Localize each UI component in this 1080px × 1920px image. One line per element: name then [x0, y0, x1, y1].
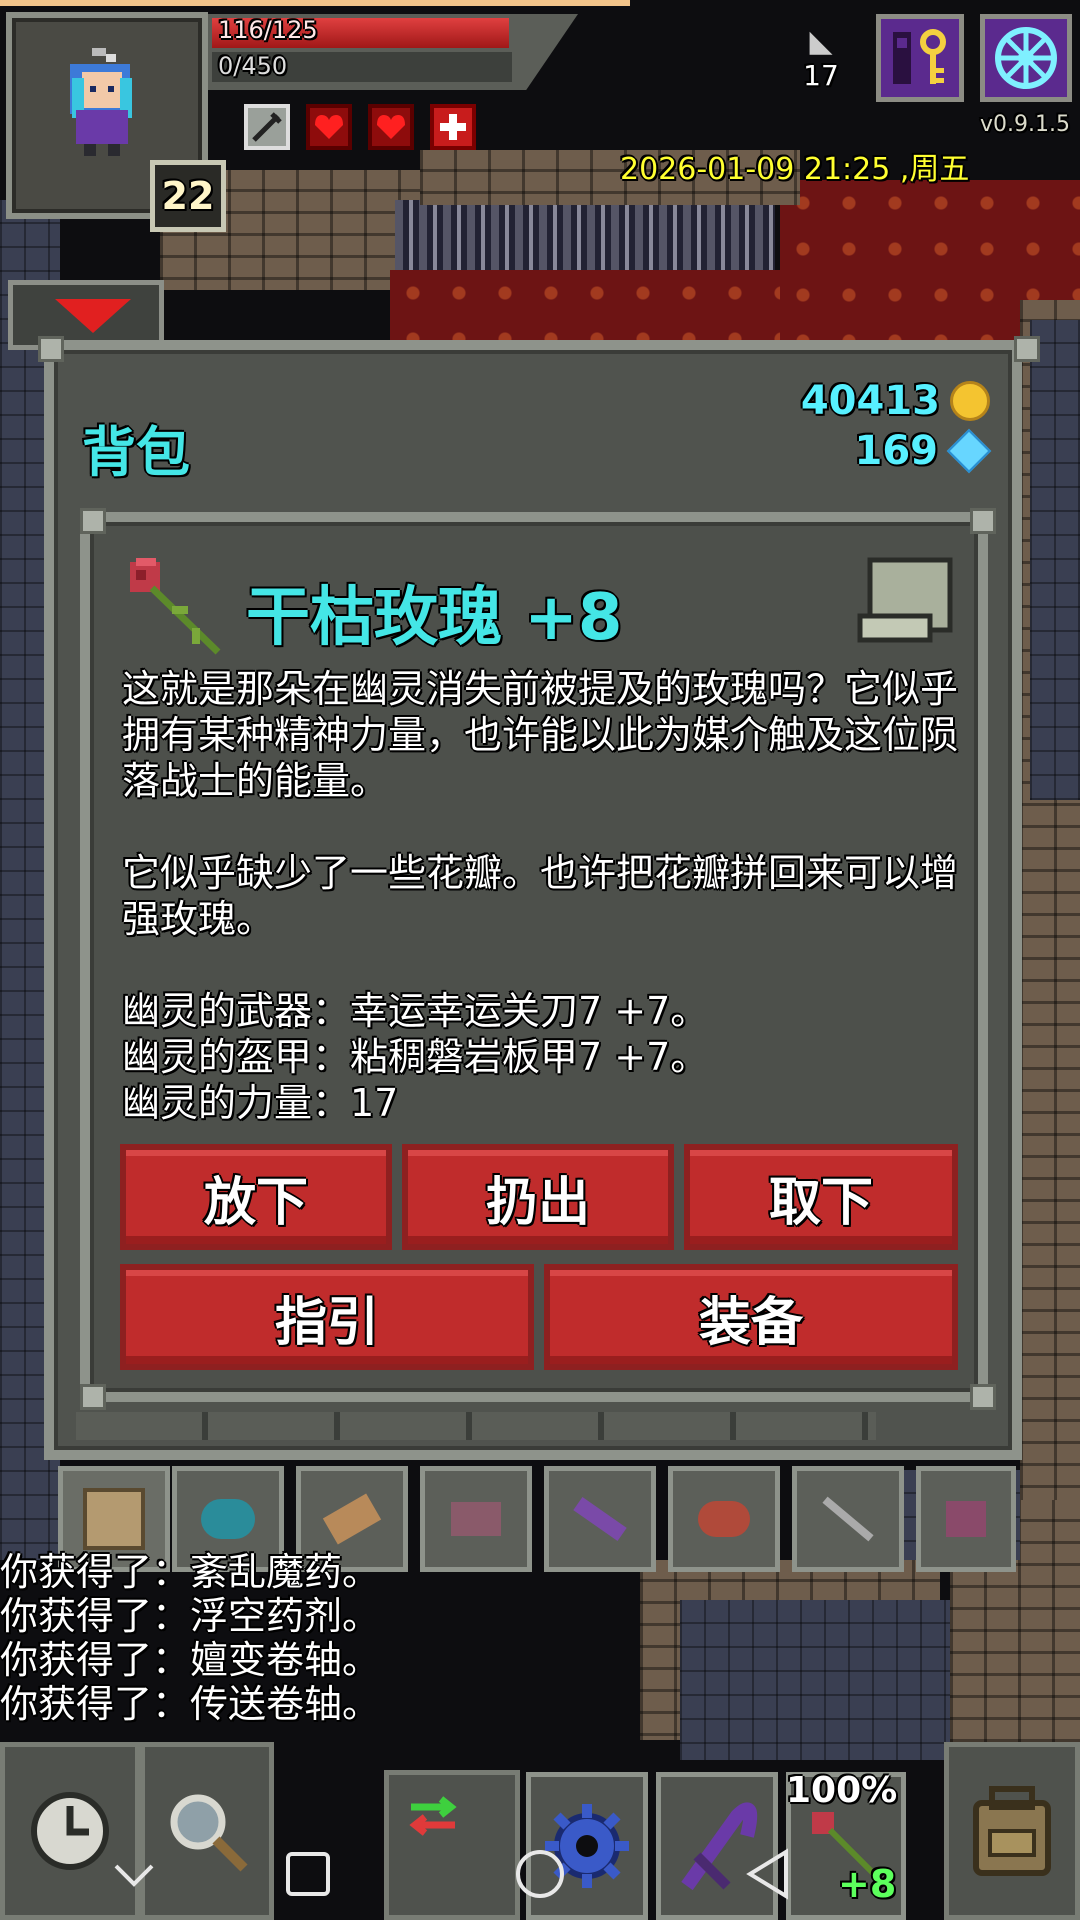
equip-button[interactable]: 装备 [544, 1264, 958, 1370]
nav-collapse-icon[interactable] [112, 1860, 156, 1890]
item-upgrade-level: +8 [524, 581, 623, 655]
bag-tab-wands[interactable] [544, 1466, 656, 1572]
depth-number: 17 [803, 59, 839, 92]
datetime-label: 2026-01-09 21:25 ,周五 [620, 152, 970, 187]
swap-quickslot-button[interactable] [384, 1770, 520, 1920]
scroll-catalog-icon[interactable] [856, 556, 954, 646]
hp-text: 116/125 [218, 16, 318, 44]
backpack-icon [83, 1488, 145, 1550]
bag-tab-potions[interactable] [420, 1466, 532, 1572]
wait-button[interactable] [0, 1742, 140, 1920]
throw-button[interactable]: 扔出 [402, 1144, 674, 1250]
bag-tab-food[interactable] [668, 1466, 780, 1572]
ghost-strength-line: 幽灵的力量：17 [122, 1081, 399, 1125]
meat-icon [698, 1501, 750, 1537]
unequip-button[interactable]: 取下 [684, 1144, 958, 1250]
frame-corner [970, 508, 996, 534]
exp-text: 0/450 [218, 52, 288, 80]
stairs-icon: ◣ [809, 24, 833, 59]
ghost-weapon-line: 幽灵的武器：幸运幸运关刀7 +7。 [122, 989, 709, 1033]
swap-arrows-icon [409, 1796, 457, 1836]
item-name: 干枯玫瑰 +8 [246, 566, 622, 658]
inventory-button[interactable] [944, 1742, 1080, 1920]
version-label: v0.9.1.5 [980, 112, 1070, 137]
gold-amount: 40413 [800, 378, 940, 424]
seed-pouch-icon [201, 1499, 255, 1539]
log-line: 你获得了：嬗变卷轴。 [0, 1638, 381, 1682]
inventory-row-strip [76, 1412, 876, 1440]
hero-avatar-icon [70, 48, 132, 156]
potion-bandolier-icon [451, 1502, 501, 1536]
clock-icon [31, 1792, 109, 1870]
item-description: 这就是那朵在幽灵消失前被提及的玫瑰吗？它似乎拥有某种精神力量，也许能以此为媒介触… [122, 666, 972, 1126]
log-line: 你获得了：紊乱魔药。 [0, 1550, 381, 1594]
message-log: 你获得了：紊乱魔药。 你获得了：浮空药剂。 你获得了：嬗变卷轴。 你获得了：传送… [0, 1550, 380, 1726]
magnifier-icon [170, 1794, 248, 1872]
heart-buff-icon[interactable] [306, 104, 352, 150]
search-button[interactable] [140, 1742, 274, 1920]
quickslot-charge-percent: 100% [786, 1770, 898, 1811]
log-line: 你获得了：浮空药剂。 [0, 1594, 381, 1638]
chevron-down-icon [55, 299, 131, 333]
frame-corner [80, 508, 106, 534]
nav-back-icon[interactable] [744, 1848, 792, 1900]
nav-home-icon[interactable] [514, 1848, 566, 1900]
quickslot-item-level: +8 [838, 1862, 897, 1906]
bag-tab-weapons[interactable] [792, 1466, 904, 1572]
bag-tab-misc[interactable] [916, 1466, 1016, 1572]
item-name-text: 干枯玫瑰 [246, 581, 502, 655]
top-progress-bar [0, 0, 630, 6]
key-icon [893, 29, 946, 84]
frame-corner [38, 336, 64, 362]
ghost-armor-line: 幽灵的盔甲：粘稠磐岩板甲7 +7。 [122, 1035, 709, 1079]
drop-button[interactable]: 放下 [120, 1144, 392, 1250]
wand-holster-icon [573, 1496, 627, 1542]
backpack-icon [973, 1786, 1051, 1876]
scroll-holder-icon [322, 1493, 382, 1545]
heart-buff-icon[interactable] [368, 104, 414, 150]
sword-buff-icon[interactable] [244, 104, 290, 150]
frame-corner [1014, 336, 1040, 362]
gold-coin-icon [950, 381, 990, 421]
energy-amount: 169 [854, 428, 939, 474]
energy-counter: 169 [854, 428, 992, 474]
spear-icon [822, 1496, 874, 1542]
hero-level-badge: 22 [150, 160, 226, 232]
settings-menu-button[interactable] [980, 14, 1072, 102]
frame-corner [80, 1384, 106, 1410]
settings-wheel-icon [995, 27, 1057, 89]
armband-icon [946, 1501, 986, 1537]
log-line: 你获得了：传送卷轴。 [0, 1682, 381, 1726]
energy-crystal-icon [946, 428, 992, 474]
frame-corner [970, 1384, 996, 1410]
guide-button[interactable]: 指引 [120, 1264, 534, 1370]
backpack-title: 背包 [82, 421, 190, 484]
nav-recents-icon[interactable] [284, 1850, 332, 1898]
dried-rose-icon [130, 558, 221, 655]
gold-counter: 40413 [801, 378, 990, 424]
cross-buff-icon[interactable] [430, 104, 476, 150]
journal-keys-button[interactable] [876, 14, 964, 102]
description-paragraph: 它似乎缺少了一些花瓣。也许把花瓣拼回来可以增强玫瑰。 [122, 851, 959, 941]
description-paragraph: 这就是那朵在幽灵消失前被提及的玫瑰吗？它似乎拥有某种精神力量，也许能以此为媒介触… [122, 667, 959, 803]
depth-indicator[interactable]: ◣ 17 [798, 24, 844, 92]
